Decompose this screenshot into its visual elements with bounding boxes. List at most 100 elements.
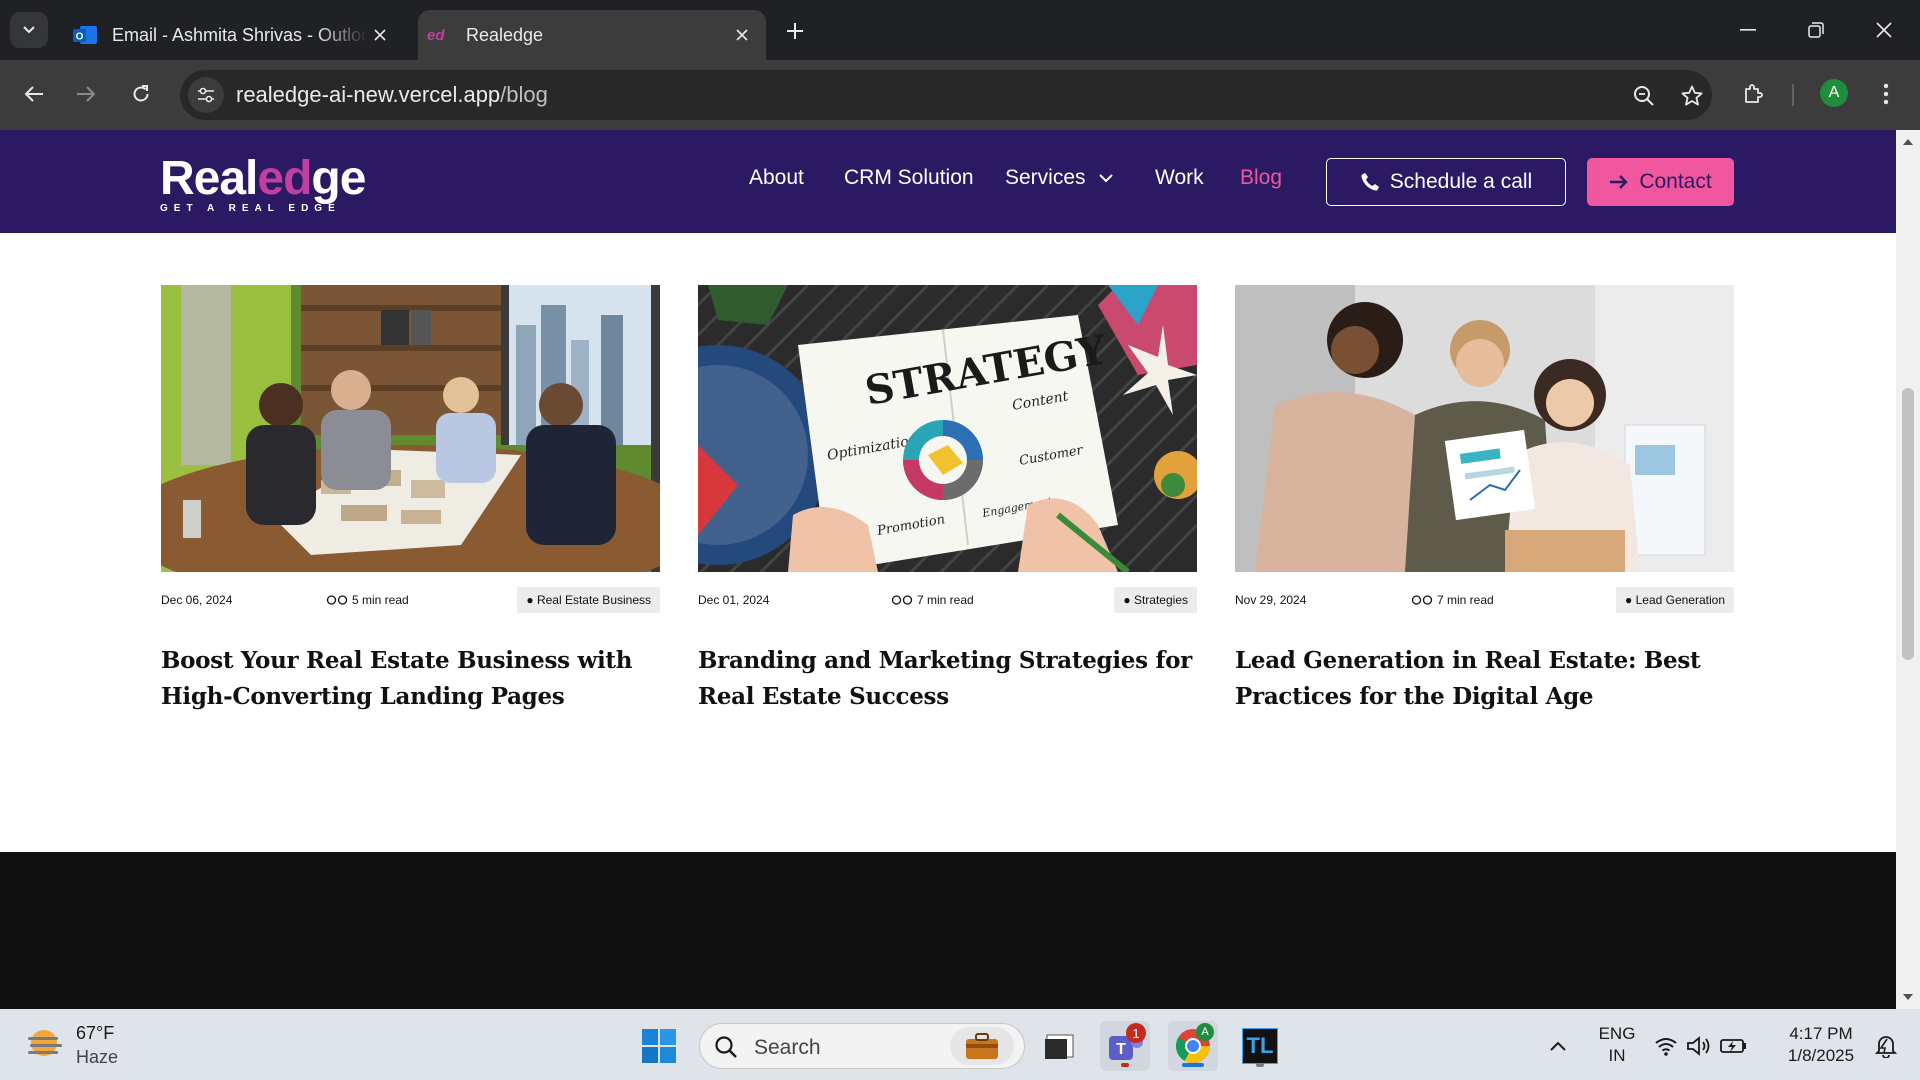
taskbar-chrome[interactable]: A — [1168, 1021, 1218, 1071]
browser-toolbar: realedge-ai-new.vercel.app/blog A — [0, 60, 1920, 130]
realedge-logo[interactable]: Realedge GET A REAL EDGE — [160, 155, 370, 215]
post-date: Nov 29, 2024 — [1235, 593, 1307, 607]
post-title[interactable]: Branding and Marketing Strategies for Re… — [698, 643, 1197, 715]
browser-tabstrip: O Email - Ashmita Shrivas - Outlook ed R… — [0, 0, 1920, 60]
menu-button[interactable] — [1866, 74, 1906, 114]
arrow-left-icon — [24, 86, 43, 102]
weather-widget[interactable]: 67°F Haze — [26, 1021, 118, 1069]
clock[interactable]: 4:17 PM 1/8/2025 — [1776, 1023, 1866, 1067]
close-icon[interactable] — [368, 23, 392, 47]
blog-card-image-team[interactable] — [1235, 285, 1734, 572]
taskbar-file-explorer[interactable] — [1034, 1021, 1084, 1071]
blog-card-image-meeting[interactable] — [161, 285, 660, 572]
read-time-label: 7 min read — [917, 593, 974, 607]
close-window-button[interactable] — [1864, 12, 1904, 48]
realedge-favicon-icon: ed — [426, 22, 452, 48]
zoom-button[interactable] — [1628, 80, 1660, 112]
nav-blog[interactable]: Blog — [1240, 166, 1282, 190]
bell-icon — [1875, 1036, 1897, 1058]
back-button[interactable] — [14, 74, 54, 114]
blog-card-meta: Dec 01, 2024 7 min read ● Strategies — [698, 587, 1197, 613]
nav-crm-solution[interactable]: CRM Solution — [844, 166, 974, 190]
show-hidden-icons-button[interactable] — [1534, 1021, 1582, 1071]
taskbar-teams[interactable]: T 1 — [1100, 1021, 1150, 1071]
address-bar[interactable]: realedge-ai-new.vercel.app/blog — [180, 70, 1712, 120]
blog-card-meta: Dec 06, 2024 5 min read ● Real Estate Bu… — [161, 587, 660, 613]
contact-button[interactable]: Contact — [1587, 158, 1734, 206]
blog-card[interactable]: Dec 06, 2024 5 min read ● Real Estate Bu… — [161, 285, 660, 710]
svg-text:O: O — [76, 32, 84, 43]
star-icon — [1681, 85, 1703, 106]
app-running-indicator — [1256, 1063, 1264, 1067]
extensions-button[interactable] — [1733, 74, 1773, 114]
site-info-button[interactable] — [188, 77, 224, 113]
logo-text-start: Real — [160, 152, 258, 205]
category-badge[interactable]: ● Lead Generation — [1616, 587, 1734, 613]
tab-outlook[interactable]: O Email - Ashmita Shrivas - Outlook — [64, 10, 404, 60]
minimize-button[interactable] — [1728, 12, 1768, 48]
post-date: Dec 06, 2024 — [161, 593, 233, 607]
tab-title: Realedge — [466, 24, 544, 45]
blog-card[interactable]: STRATEGY Content Optimization Customer P… — [698, 285, 1197, 710]
read-time: 5 min read — [326, 593, 409, 607]
post-title[interactable]: Boost Your Real Estate Business with Hig… — [161, 643, 660, 715]
url-host: realedge-ai-new.vercel.app — [236, 82, 501, 107]
window-app-icon — [1045, 1034, 1074, 1059]
restore-icon — [1808, 22, 1824, 38]
scroll-up-icon[interactable] — [1902, 136, 1914, 148]
post-date: Dec 01, 2024 — [698, 593, 770, 607]
puzzle-icon — [1745, 84, 1763, 103]
schedule-call-button[interactable]: Schedule a call — [1326, 158, 1566, 206]
url-path: /blog — [500, 82, 548, 107]
nav-services[interactable]: Services — [1005, 166, 1114, 190]
restore-button[interactable] — [1796, 12, 1836, 48]
contact-label: Contact — [1639, 170, 1712, 193]
post-title[interactable]: Lead Generation in Real Estate: Best Pra… — [1235, 643, 1734, 715]
language-line1: ENG — [1598, 1024, 1636, 1043]
blog-card[interactable]: Nov 29, 2024 7 min read ● Lead Generatio… — [1235, 285, 1734, 710]
category-badge[interactable]: ● Real Estate Business — [517, 587, 660, 613]
tab-realedge[interactable]: ed Realedge — [418, 10, 766, 60]
forward-button[interactable] — [66, 74, 106, 114]
language-line2: IN — [1608, 1046, 1626, 1065]
scrollbar-thumb[interactable] — [1902, 388, 1914, 660]
blog-card-image-strategy[interactable]: STRATEGY Content Optimization Customer P… — [698, 285, 1197, 572]
svg-text:T: T — [1116, 1041, 1126, 1058]
scroll-down-icon[interactable] — [1902, 991, 1914, 1003]
language-indicator[interactable]: ENG IN — [1596, 1023, 1638, 1067]
site-footer — [0, 852, 1896, 1009]
arrow-right-icon — [1609, 174, 1629, 190]
logo-text-accent: ed — [257, 152, 312, 205]
tab-search-button[interactable] — [10, 12, 48, 48]
clock-time: 4:17 PM — [1789, 1024, 1853, 1043]
glasses-icon — [326, 595, 348, 605]
read-time-label: 7 min read — [1437, 593, 1494, 607]
svg-text:ed: ed — [427, 27, 445, 44]
reload-button[interactable] — [121, 74, 161, 114]
weather-temp: 67°F — [76, 1023, 115, 1043]
bookmark-button[interactable] — [1676, 80, 1708, 112]
briefcase-icon[interactable] — [950, 1027, 1014, 1065]
taskbar-search[interactable]: Search — [699, 1023, 1025, 1069]
nav-work[interactable]: Work — [1155, 166, 1204, 190]
volume-icon — [1687, 1036, 1710, 1056]
search-placeholder: Search — [754, 1036, 821, 1059]
close-icon[interactable] — [730, 23, 754, 47]
more-vert-icon — [1883, 83, 1889, 105]
site-header: Realedge GET A REAL EDGE About CRM Solut… — [0, 130, 1896, 233]
outlook-icon: O — [72, 22, 98, 48]
system-tray-quick-settings[interactable] — [1646, 1021, 1756, 1071]
start-button[interactable] — [634, 1021, 684, 1071]
taskbar-tl-app[interactable]: TL — [1235, 1021, 1285, 1071]
chevron-up-icon — [1550, 1041, 1566, 1051]
toolbar-divider — [1792, 84, 1794, 106]
wifi-icon — [1655, 1038, 1677, 1056]
glasses-icon — [1411, 595, 1433, 605]
new-tab-button[interactable] — [780, 16, 810, 46]
logo-text-end: ge — [311, 152, 366, 205]
category-badge[interactable]: ● Strategies — [1114, 587, 1197, 613]
nav-about[interactable]: About — [749, 166, 804, 190]
notifications-button[interactable] — [1866, 1021, 1906, 1071]
page-scrollbar[interactable] — [1896, 130, 1920, 1009]
profile-avatar[interactable]: A — [1820, 79, 1848, 107]
